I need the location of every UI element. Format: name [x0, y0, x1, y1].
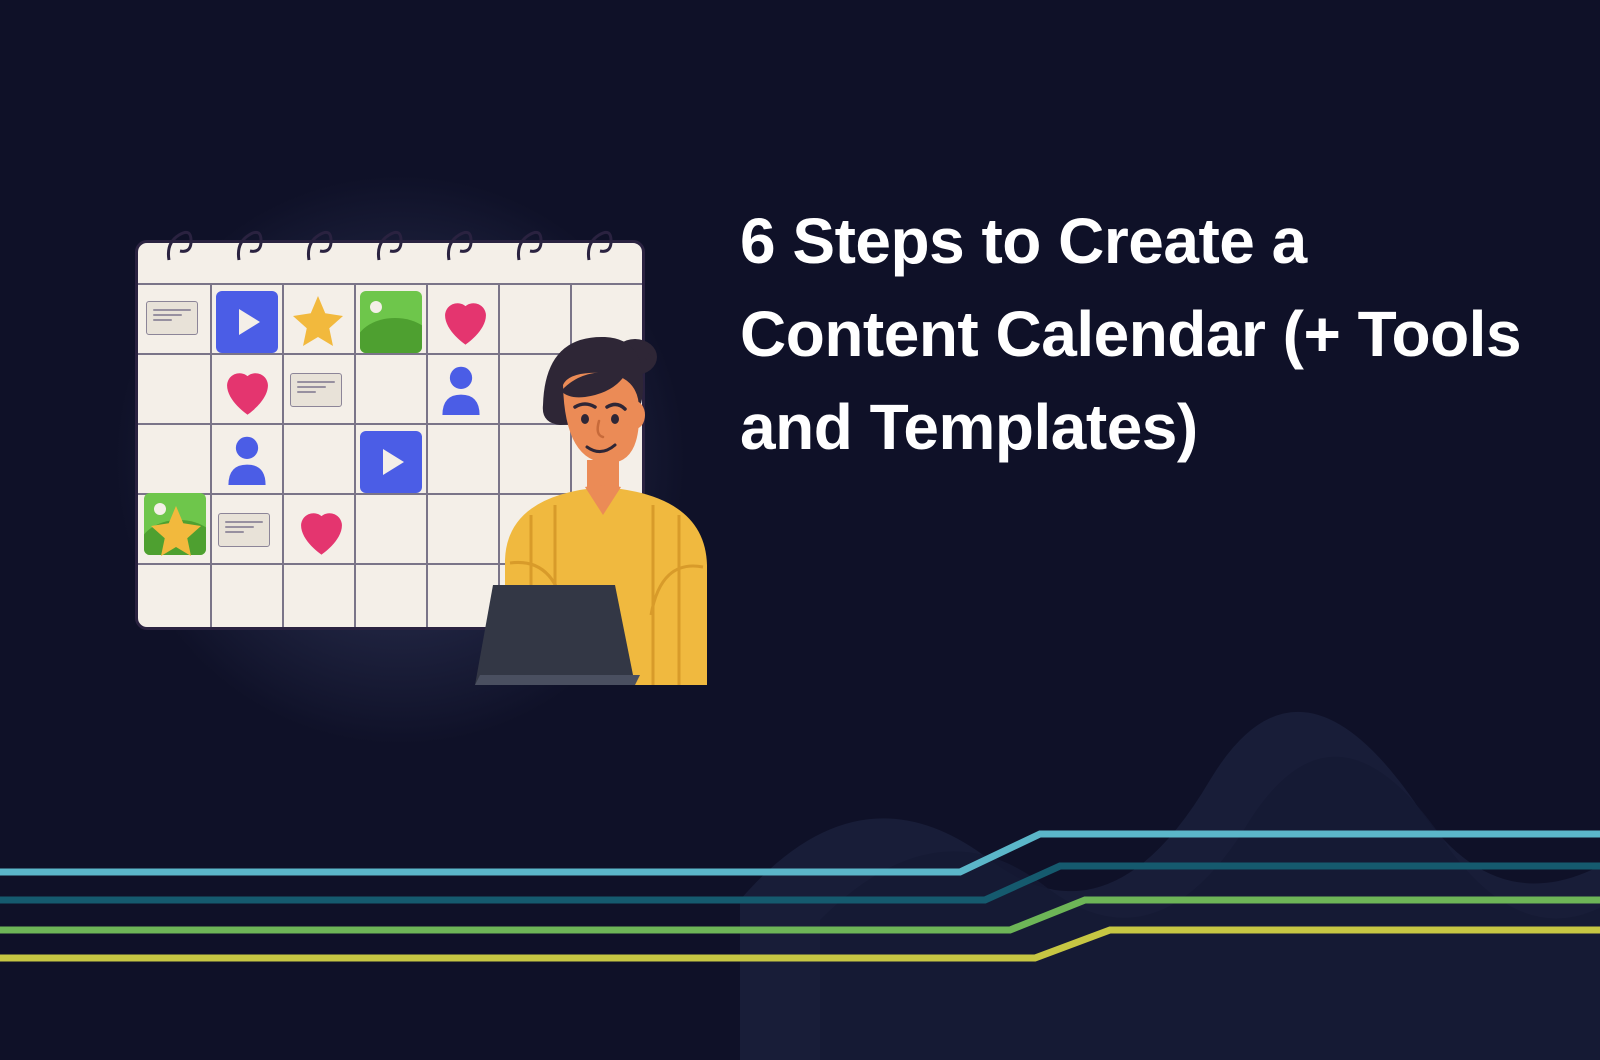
play-icon — [216, 291, 278, 353]
note-icon — [218, 513, 270, 547]
image-icon — [360, 291, 422, 353]
note-icon — [290, 373, 342, 407]
play-icon — [360, 431, 422, 493]
note-icon — [146, 301, 198, 335]
heart-icon — [294, 507, 349, 562]
person-illustration — [435, 315, 755, 695]
star-icon — [146, 501, 206, 566]
calendar-illustration — [135, 210, 685, 690]
user-icon — [224, 433, 270, 490]
accent-lines — [0, 800, 1600, 1000]
star-icon — [288, 291, 348, 356]
page-title: 6 Steps to Create a Content Calendar (+ … — [740, 195, 1560, 473]
heart-icon — [220, 367, 275, 422]
